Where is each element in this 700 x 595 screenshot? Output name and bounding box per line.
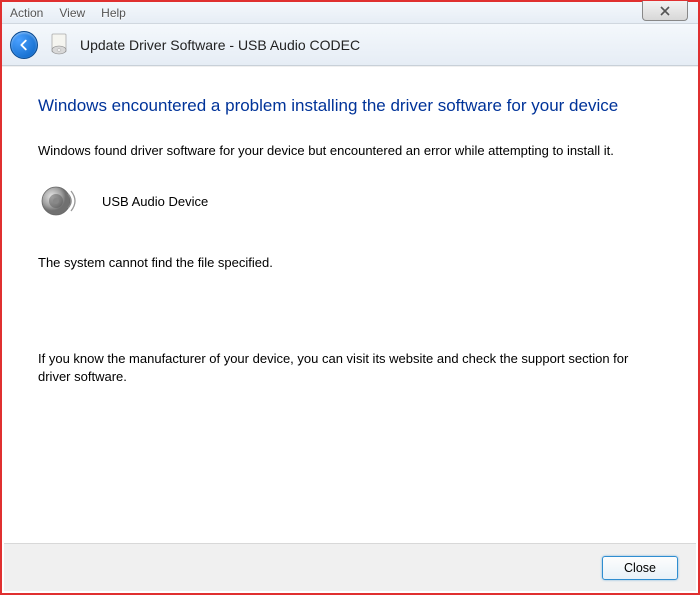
found-text: Windows found driver software for your d… bbox=[38, 142, 662, 160]
menu-help[interactable]: Help bbox=[101, 6, 126, 20]
close-button[interactable]: Close bbox=[602, 556, 678, 580]
error-message: The system cannot find the file specifie… bbox=[38, 255, 662, 270]
speaker-icon bbox=[38, 181, 78, 221]
main-heading: Windows encountered a problem installing… bbox=[38, 95, 662, 118]
menu-bar: Action View Help bbox=[2, 2, 698, 24]
menu-view[interactable]: View bbox=[59, 6, 85, 20]
driver-disk-icon bbox=[50, 33, 68, 56]
navigation-header: Update Driver Software - USB Audio CODEC bbox=[2, 24, 698, 66]
window-title: Update Driver Software - USB Audio CODEC bbox=[80, 37, 360, 53]
dialog-footer: Close bbox=[4, 543, 696, 591]
window-close-button[interactable] bbox=[642, 1, 688, 21]
back-button[interactable] bbox=[10, 31, 38, 59]
menu-action[interactable]: Action bbox=[10, 6, 43, 20]
device-row: USB Audio Device bbox=[38, 181, 662, 221]
hint-text: If you know the manufacturer of your dev… bbox=[38, 350, 662, 385]
content-area: Windows encountered a problem installing… bbox=[2, 66, 698, 536]
device-name: USB Audio Device bbox=[102, 194, 208, 209]
